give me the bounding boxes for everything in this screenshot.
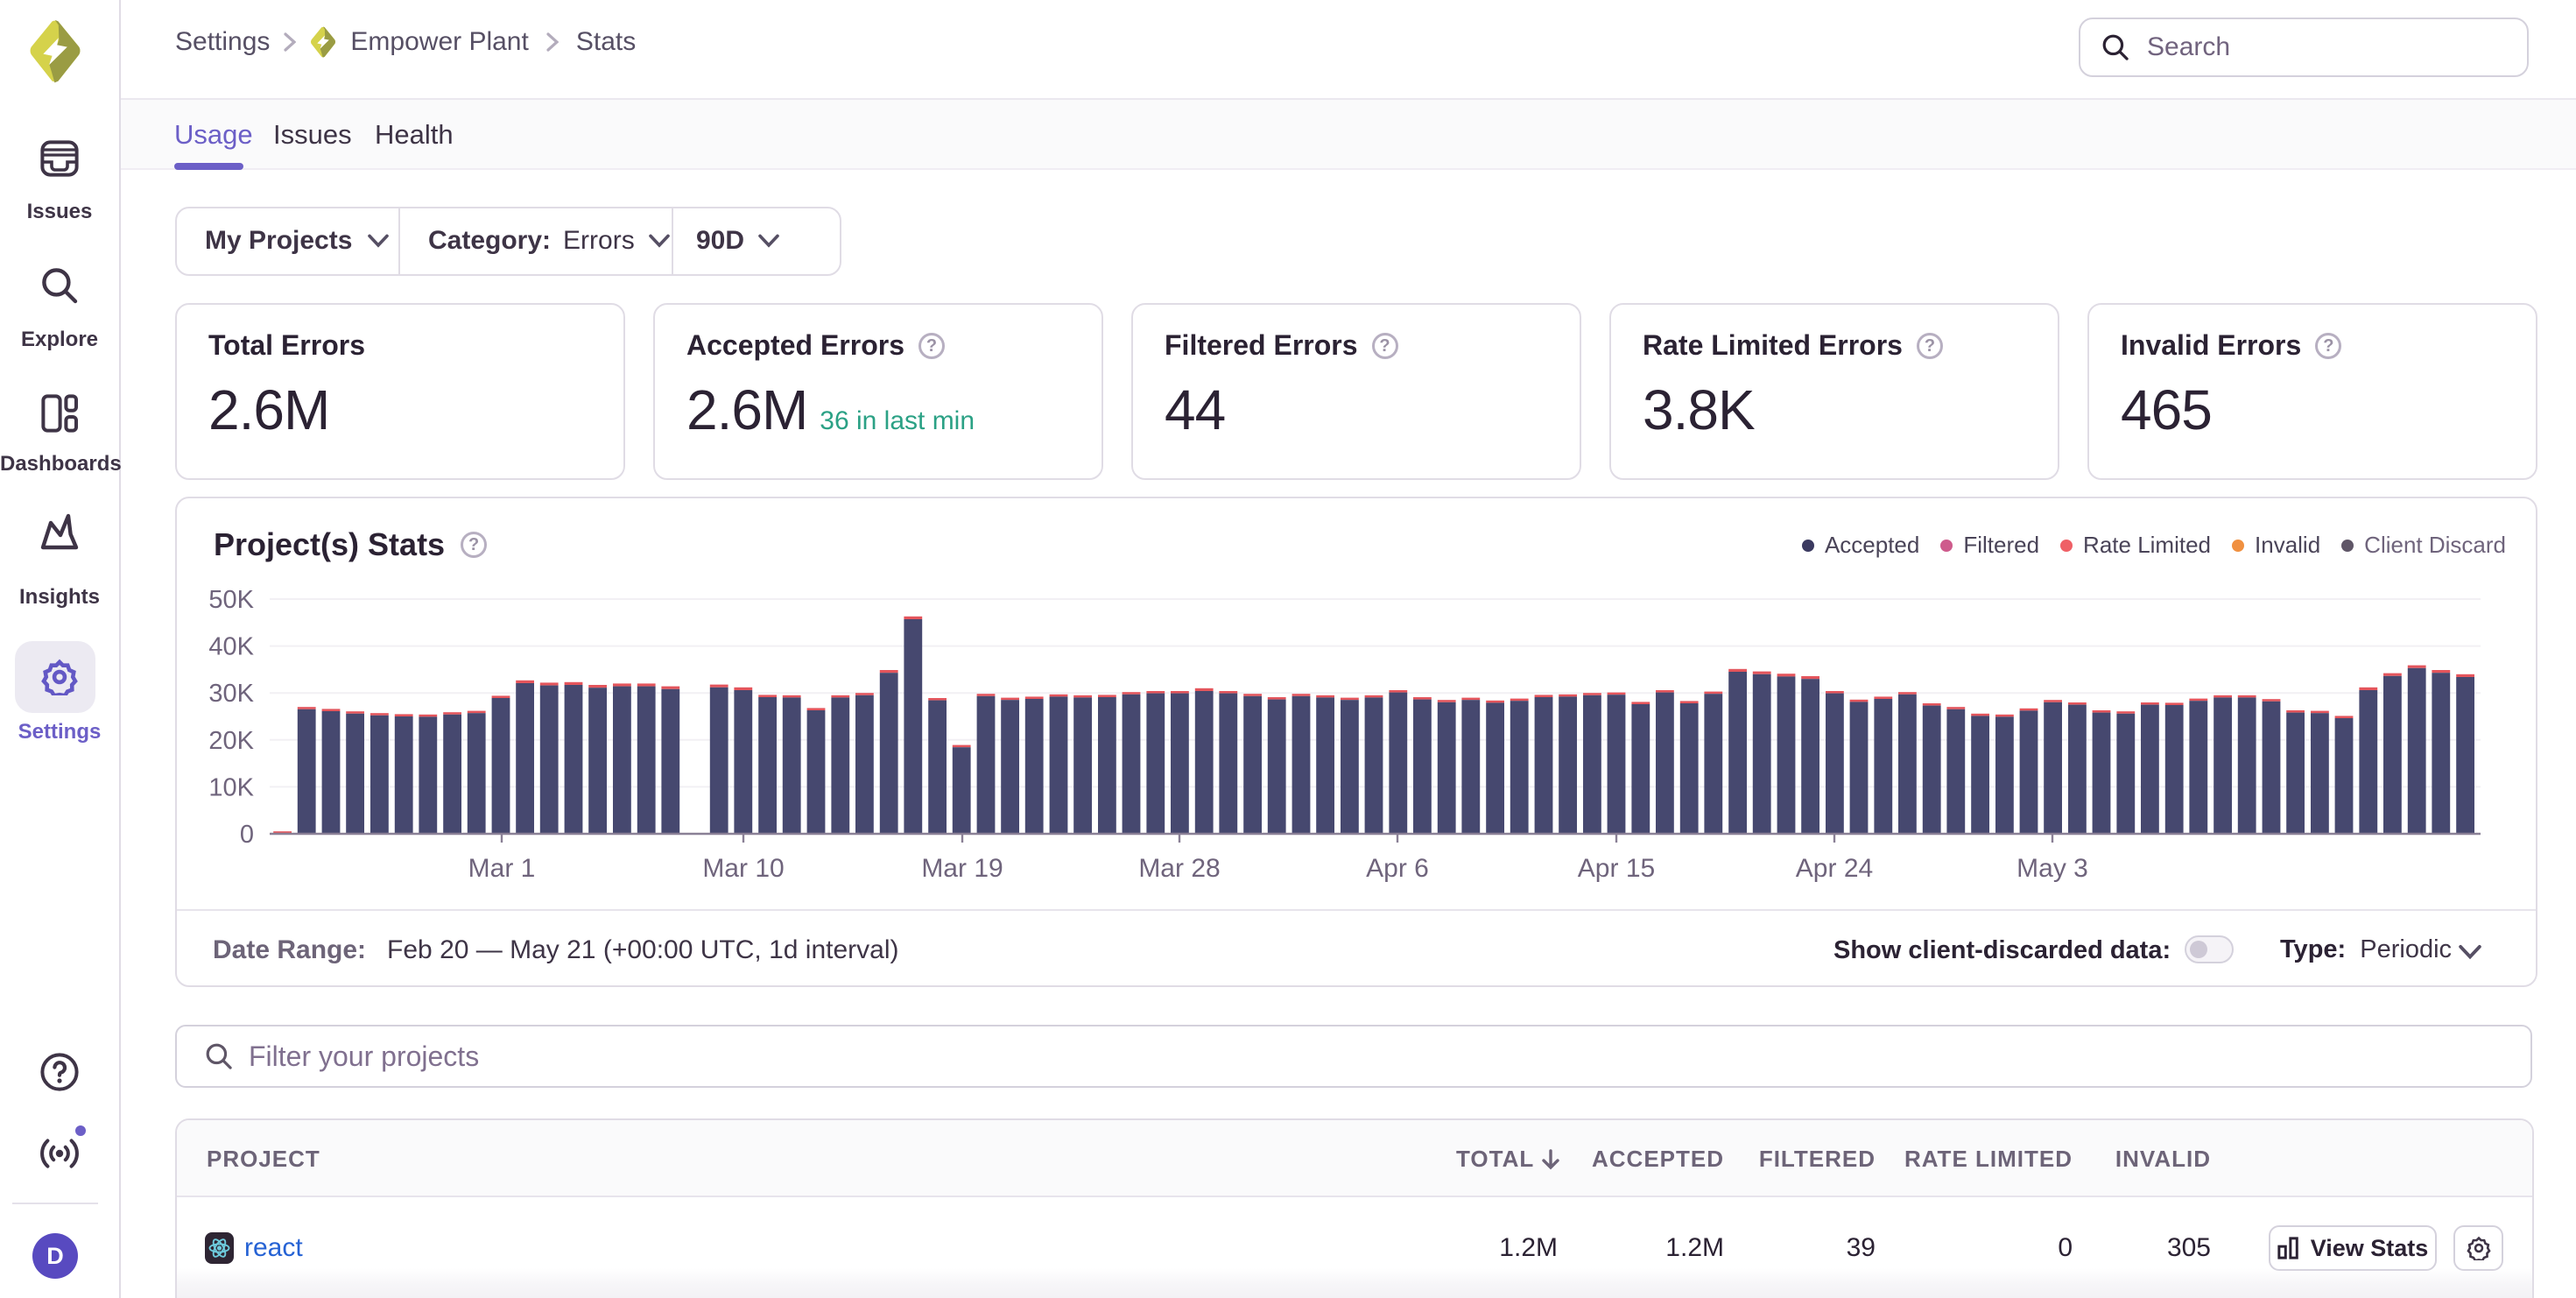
svg-text:Mar 1: Mar 1 [468,854,536,883]
svg-text:20K: 20K [208,727,254,755]
svg-text:Mar 28: Mar 28 [1138,854,1220,883]
svg-text:30K: 30K [208,680,254,708]
svg-text:Apr 24: Apr 24 [1796,854,1873,883]
svg-text:40K: 40K [208,633,254,661]
svg-text:May 3: May 3 [2016,854,2088,883]
svg-text:Apr 15: Apr 15 [1578,854,1655,883]
svg-text:0: 0 [240,821,254,849]
svg-text:Apr 6: Apr 6 [1366,854,1429,883]
svg-text:10K: 10K [208,773,254,801]
svg-text:Mar 10: Mar 10 [702,854,784,883]
svg-text:Mar 19: Mar 19 [921,854,1003,883]
svg-text:50K: 50K [208,586,254,614]
